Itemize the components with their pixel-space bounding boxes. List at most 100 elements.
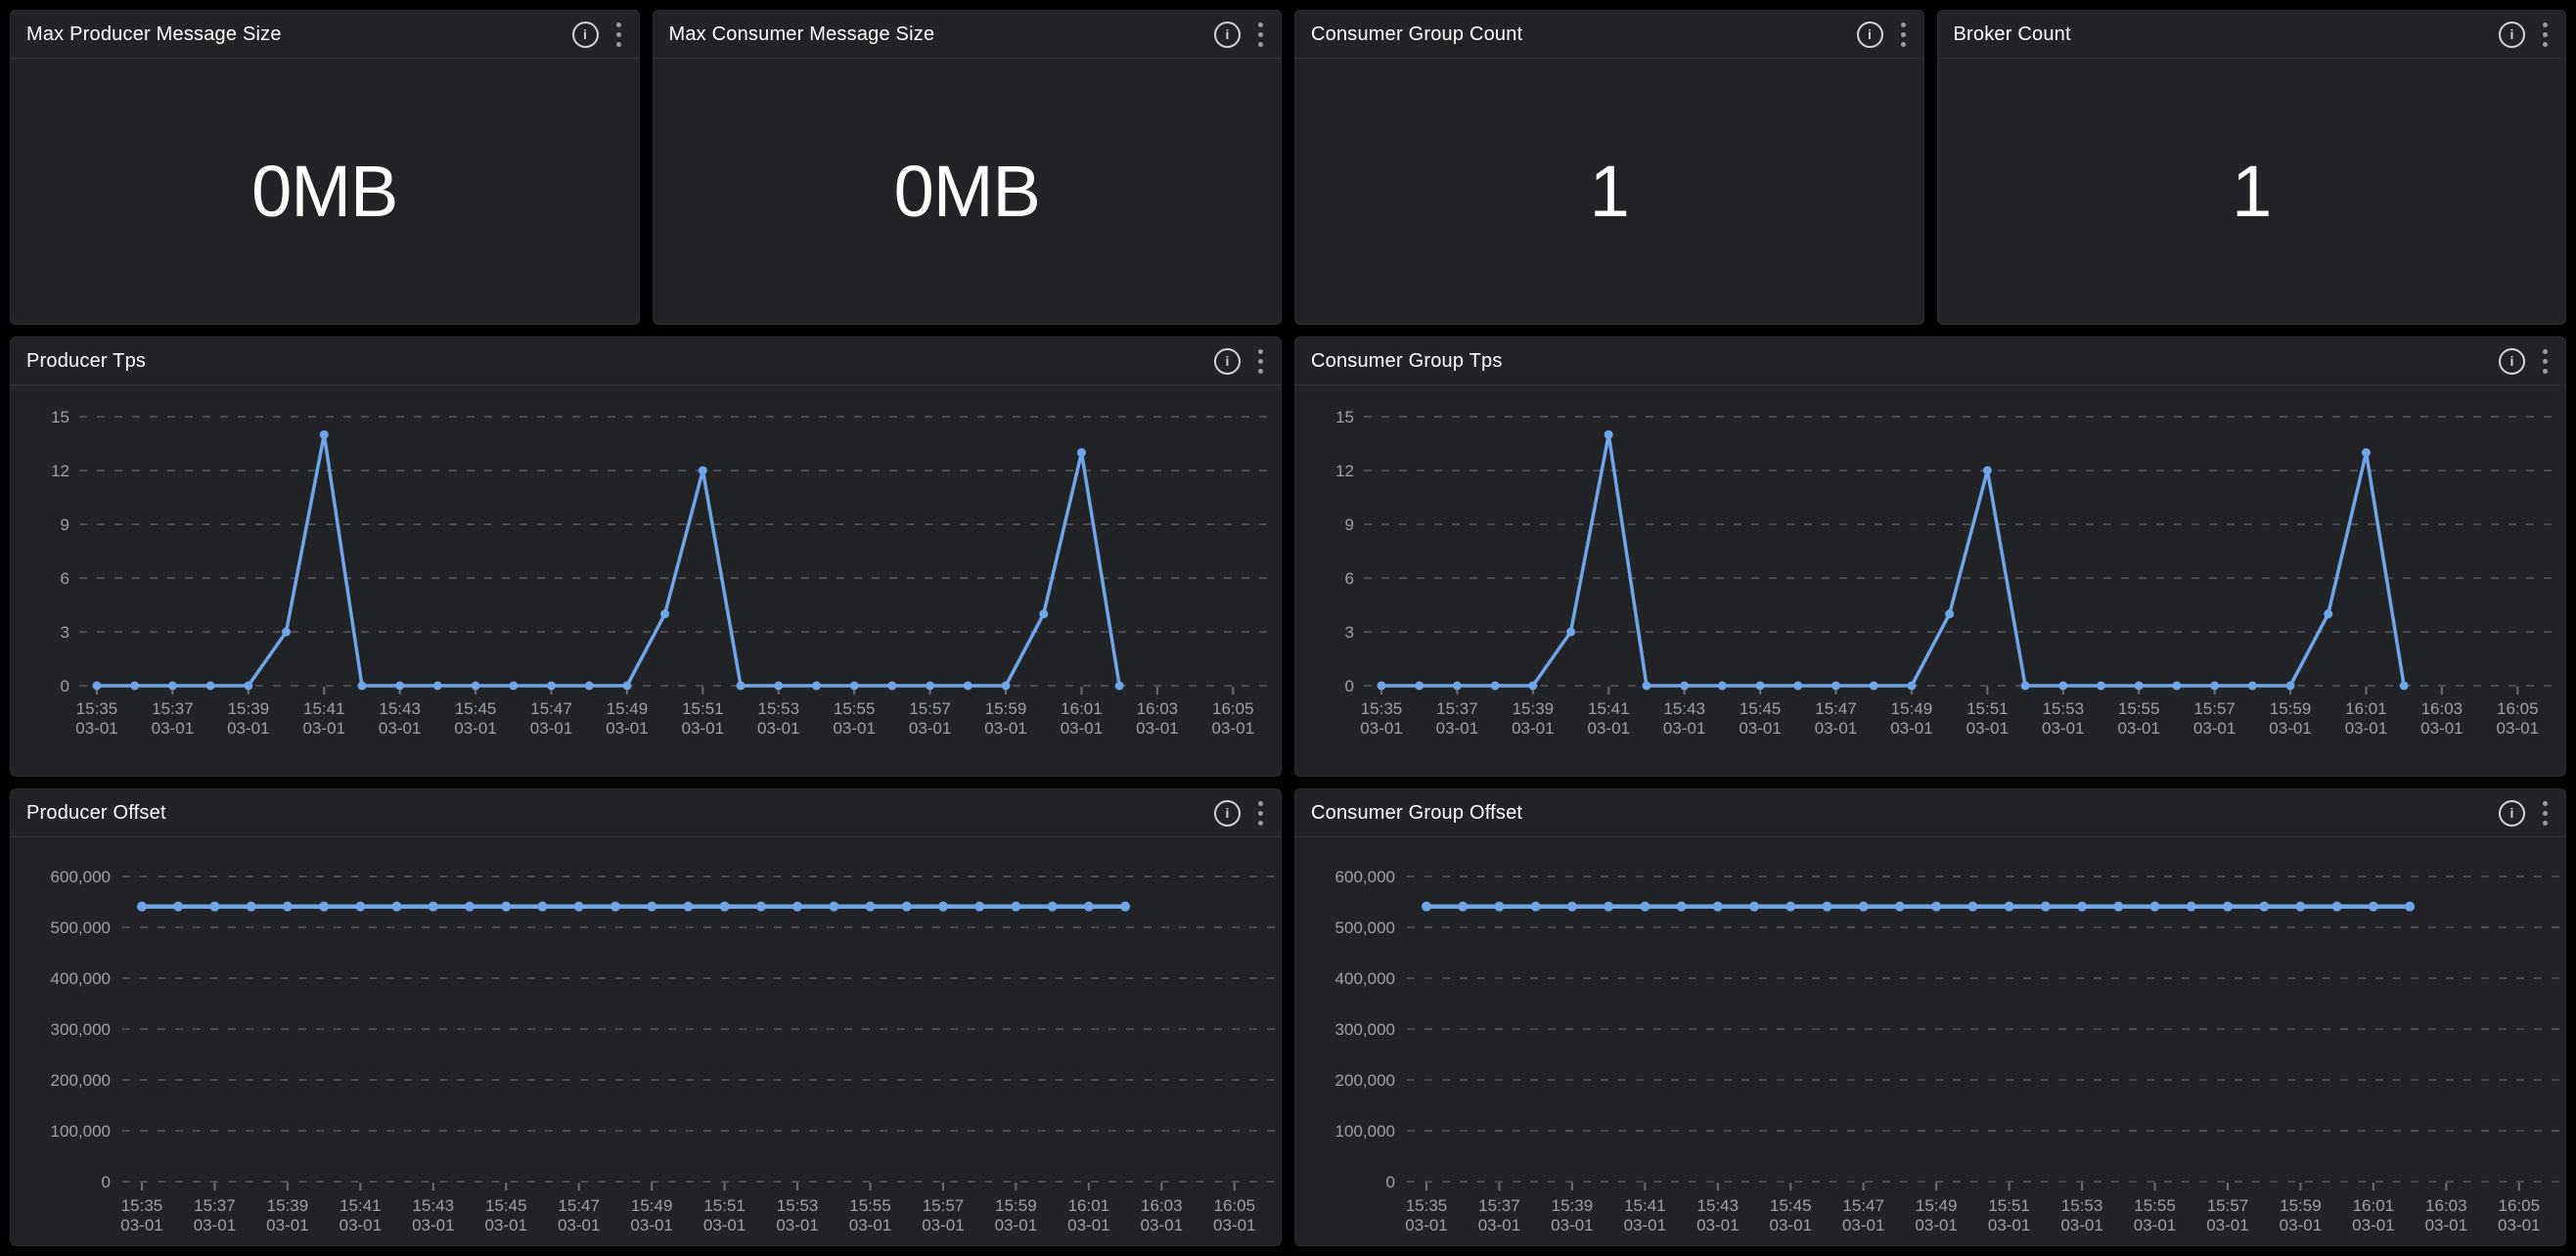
svg-text:03-01: 03-01 xyxy=(2060,1216,2102,1234)
kebab-menu-icon[interactable] xyxy=(2541,21,2550,49)
kebab-menu-icon[interactable] xyxy=(2541,799,2550,828)
info-icon[interactable]: i xyxy=(1214,800,1241,827)
panel-title: Consumer Group Tps xyxy=(1311,350,1503,373)
svg-text:03-01: 03-01 xyxy=(1360,719,1402,738)
svg-text:15:39: 15:39 xyxy=(228,699,270,718)
svg-text:03-01: 03-01 xyxy=(227,719,269,738)
info-glyph: i xyxy=(583,27,587,41)
svg-text:03-01: 03-01 xyxy=(152,719,194,738)
svg-text:15:47: 15:47 xyxy=(1842,1196,1884,1215)
svg-text:03-01: 03-01 xyxy=(2269,719,2311,738)
info-glyph: i xyxy=(1226,27,1230,41)
svg-text:15:55: 15:55 xyxy=(849,1196,891,1215)
panel-max-producer-message-size: Max Producer Message Size i 0MB xyxy=(10,10,640,325)
panel-header-icons: i xyxy=(2499,799,2550,828)
svg-text:16:03: 16:03 xyxy=(1137,699,1179,718)
chart-body: 0369121515:3503-0115:3703-0115:3903-0115… xyxy=(11,385,1281,776)
info-icon[interactable]: i xyxy=(2499,800,2525,827)
svg-text:15:55: 15:55 xyxy=(834,699,876,718)
svg-text:03-01: 03-01 xyxy=(558,1216,600,1234)
stat-body: 1 xyxy=(1295,59,1923,324)
panel-header: Consumer Group Count i xyxy=(1295,11,1923,59)
svg-text:300,000: 300,000 xyxy=(1335,1020,1395,1039)
svg-text:15:47: 15:47 xyxy=(1815,699,1857,718)
info-icon[interactable]: i xyxy=(2499,348,2525,375)
svg-text:15:39: 15:39 xyxy=(1552,1196,1594,1215)
svg-text:15:53: 15:53 xyxy=(2043,699,2085,718)
svg-text:15:37: 15:37 xyxy=(194,1196,236,1215)
svg-text:15:53: 15:53 xyxy=(777,1196,819,1215)
panel-header-icons: i xyxy=(572,21,623,49)
panel-header: Producer Offset i xyxy=(11,789,1281,837)
svg-text:03-01: 03-01 xyxy=(1696,1216,1739,1234)
producer-tps-chart[interactable]: 0369121515:3503-0115:3703-0115:3903-0115… xyxy=(11,385,1281,776)
panel-max-consumer-message-size: Max Consumer Message Size i 0MB xyxy=(653,10,1283,325)
info-glyph: i xyxy=(1868,27,1872,41)
kebab-menu-icon[interactable] xyxy=(1256,347,1265,376)
svg-text:16:01: 16:01 xyxy=(1068,1196,1110,1215)
svg-text:3: 3 xyxy=(61,623,69,642)
svg-text:03-01: 03-01 xyxy=(682,719,724,738)
panel-title: Max Producer Message Size xyxy=(26,23,282,46)
info-glyph: i xyxy=(2510,354,2514,368)
svg-text:03-01: 03-01 xyxy=(995,1216,1037,1234)
svg-text:03-01: 03-01 xyxy=(2193,719,2236,738)
svg-text:03-01: 03-01 xyxy=(412,1216,454,1234)
kebab-menu-icon[interactable] xyxy=(2541,347,2550,376)
info-icon[interactable]: i xyxy=(1214,348,1241,375)
svg-text:03-01: 03-01 xyxy=(1213,1216,1255,1234)
stats-row: Max Producer Message Size i 0MB Max Cons… xyxy=(10,10,2566,325)
kebab-menu-icon[interactable] xyxy=(614,21,623,49)
svg-text:15:57: 15:57 xyxy=(2193,699,2236,718)
svg-text:400,000: 400,000 xyxy=(51,969,111,988)
svg-text:03-01: 03-01 xyxy=(454,719,496,738)
svg-text:03-01: 03-01 xyxy=(1770,1216,1812,1234)
svg-text:16:05: 16:05 xyxy=(1214,1196,1256,1215)
panel-producer-tps: Producer Tps i 0369121515:3503-0115:3703… xyxy=(10,336,1282,777)
svg-text:12: 12 xyxy=(51,462,69,480)
panel-header: Broker Count i xyxy=(1938,11,2566,59)
panel-header-icons: i xyxy=(1214,21,1265,49)
stat-value: 0MB xyxy=(894,150,1040,233)
svg-text:16:01: 16:01 xyxy=(2353,1196,2395,1215)
producer-offset-chart[interactable]: 0100,000200,000300,000400,000500,000600,… xyxy=(11,837,1281,1245)
svg-text:03-01: 03-01 xyxy=(1739,719,1781,738)
svg-text:03-01: 03-01 xyxy=(2498,1216,2540,1234)
info-icon[interactable]: i xyxy=(1214,22,1241,48)
svg-text:12: 12 xyxy=(1335,462,1354,480)
svg-text:0: 0 xyxy=(1386,1173,1395,1191)
svg-text:16:01: 16:01 xyxy=(1061,699,1103,718)
svg-text:15:57: 15:57 xyxy=(909,699,951,718)
svg-text:15:59: 15:59 xyxy=(995,1196,1037,1215)
panel-title: Producer Offset xyxy=(26,802,166,825)
svg-text:03-01: 03-01 xyxy=(922,1216,964,1234)
svg-text:03-01: 03-01 xyxy=(1588,719,1630,738)
info-icon[interactable]: i xyxy=(1857,22,1883,48)
svg-text:15:43: 15:43 xyxy=(1697,1196,1740,1215)
kebab-menu-icon[interactable] xyxy=(1256,21,1265,49)
svg-text:6: 6 xyxy=(1345,569,1354,588)
consumer-group-tps-chart[interactable]: 0369121515:3503-0115:3703-0115:3903-0115… xyxy=(1295,385,2565,776)
kebab-menu-icon[interactable] xyxy=(1899,21,1908,49)
svg-text:500,000: 500,000 xyxy=(1335,919,1395,937)
stat-body: 0MB xyxy=(11,59,639,324)
svg-text:03-01: 03-01 xyxy=(75,719,117,738)
svg-text:03-01: 03-01 xyxy=(776,1216,818,1234)
svg-text:15:51: 15:51 xyxy=(1988,1196,2030,1215)
svg-text:15:53: 15:53 xyxy=(2061,1196,2103,1215)
svg-text:03-01: 03-01 xyxy=(485,1216,527,1234)
info-icon[interactable]: i xyxy=(2499,22,2525,48)
svg-text:15:59: 15:59 xyxy=(2270,699,2312,718)
panel-header-icons: i xyxy=(2499,21,2550,49)
panel-title: Consumer Group Count xyxy=(1311,23,1522,46)
svg-text:03-01: 03-01 xyxy=(2206,1216,2248,1234)
svg-text:03-01: 03-01 xyxy=(984,719,1026,738)
tps-row: Producer Tps i 0369121515:3503-0115:3703… xyxy=(10,336,2566,777)
svg-text:03-01: 03-01 xyxy=(1061,719,1103,738)
info-icon[interactable]: i xyxy=(572,22,599,48)
panel-consumer-group-tps: Consumer Group Tps i 0369121515:3503-011… xyxy=(1294,336,2566,777)
kebab-menu-icon[interactable] xyxy=(1256,799,1265,828)
consumer-group-offset-chart[interactable]: 0100,000200,000300,000400,000500,000600,… xyxy=(1295,837,2565,1245)
svg-text:15:53: 15:53 xyxy=(758,699,800,718)
svg-text:15:37: 15:37 xyxy=(152,699,194,718)
